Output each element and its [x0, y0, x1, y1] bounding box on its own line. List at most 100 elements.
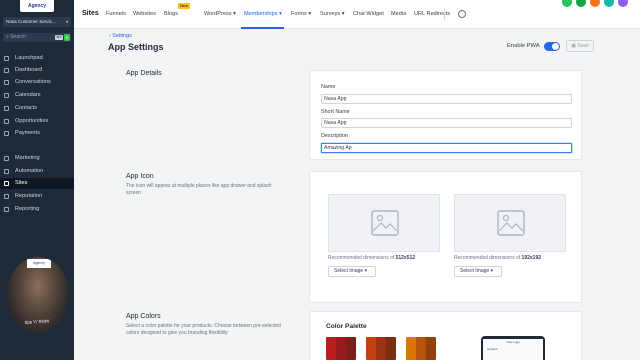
sidebar-item-opportunities[interactable]: Opportunities: [0, 116, 74, 127]
icon-512-placeholder[interactable]: [328, 194, 440, 252]
notifications-icon[interactable]: [590, 0, 600, 7]
phone-icon[interactable]: [562, 0, 572, 7]
sidebar-item-label: Automation: [15, 168, 44, 174]
funnel-icon: [4, 119, 9, 124]
color-swatch-red[interactable]: [326, 337, 356, 360]
tab-memberships[interactable]: Memberships ▾: [244, 11, 282, 17]
active-tab-indicator: [241, 27, 284, 29]
chevron-down-icon: ▾: [308, 11, 312, 17]
sidebar-item-launchpad[interactable]: Launchpad: [0, 53, 74, 64]
name-field[interactable]: [321, 94, 572, 104]
tab-media[interactable]: Media: [391, 11, 406, 17]
account-name: Nasa Customer Servic...: [6, 19, 56, 24]
app-details-card: Name Short Name Description: [309, 70, 582, 160]
color-swatch-orange[interactable]: [366, 337, 396, 360]
app-preview-title: Your Logo: [506, 340, 520, 344]
sidebar-item-label: Reputation: [15, 193, 43, 199]
rocket-icon: [4, 56, 9, 61]
icon-512-recommendation: Recommended dimensions of 512x512: [328, 255, 415, 261]
tab-surveys[interactable]: Surveys ▾: [320, 11, 345, 17]
avatar[interactable]: [618, 0, 628, 7]
account-switcher[interactable]: Nasa Customer Servic... ▾: [3, 17, 71, 27]
megaphone-icon[interactable]: [576, 0, 586, 7]
swatch-stripe: [376, 337, 386, 360]
swatch-stripe: [336, 337, 346, 360]
app-details-title: App Details: [126, 70, 162, 77]
description-label: Description: [321, 133, 348, 139]
rec-size: 512x512: [395, 255, 416, 261]
sidebar-item-label: Calendars: [15, 92, 41, 98]
dashboard-icon: [4, 68, 9, 73]
chevron-down-icon: ▾: [279, 11, 282, 17]
top-bar: Sites Funnels Websites Blogs New WordPre…: [74, 0, 640, 29]
rec-size: 192x192: [521, 255, 542, 261]
chevron-down-icon: ▾: [233, 11, 236, 17]
swatch-stripe: [366, 337, 376, 360]
app-colors-title: App Colors: [126, 313, 161, 320]
agency-logo[interactable]: Agency: [20, 0, 54, 12]
send-icon: [4, 156, 9, 161]
chevron-left-icon: ‹: [109, 33, 111, 39]
star-icon: [4, 194, 9, 199]
enable-pwa-toggle[interactable]: [544, 42, 560, 51]
sidebar-item-marketing[interactable]: Marketing: [0, 153, 74, 164]
chevron-down-icon: ▾: [490, 268, 494, 274]
search-placeholder: Search: [10, 34, 27, 40]
sidebar-item-label: Contacts: [15, 105, 38, 111]
sidebar-item-label: Opportunities: [15, 118, 49, 124]
gear-icon[interactable]: [458, 10, 466, 18]
automation-icon: [4, 169, 9, 174]
sidebar-item-dashboard[interactable]: Dashboard: [0, 65, 74, 76]
description-field[interactable]: [321, 143, 572, 153]
swatch-stripe: [426, 337, 436, 360]
tab-forms[interactable]: Forms ▾: [291, 11, 311, 17]
rec-prefix: Recommended dimensions of: [328, 255, 395, 261]
webcam-overlay: Agency tips 'n' tricks: [7, 257, 69, 333]
search-input[interactable]: ⌕ Search ⌘K ⚡: [3, 33, 71, 42]
swatch-stripe: [416, 337, 426, 360]
section-title: Sites: [82, 10, 99, 17]
tab-blogs[interactable]: Blogs: [164, 11, 178, 17]
sidebar-item-conversations[interactable]: Conversations: [0, 77, 74, 88]
sidebar-item-calendars[interactable]: Calendars: [0, 90, 74, 101]
tab-websites[interactable]: Websites: [133, 11, 156, 17]
tab-funnels[interactable]: Funnels: [106, 11, 126, 17]
swatch-stripe: [346, 337, 356, 360]
name-label: Name: [321, 84, 336, 90]
tab-chat-widget[interactable]: Chat Widget: [353, 11, 384, 17]
color-palette-title: Color Palette: [326, 323, 367, 330]
swatch-stripe: [386, 337, 396, 360]
help-icon[interactable]: [604, 0, 614, 7]
icon-192-recommendation: Recommended dimensions of 192x192: [454, 255, 541, 261]
tab-wordpress[interactable]: WordPress ▾: [204, 11, 236, 17]
sidebar-item-payments[interactable]: Payments: [0, 128, 74, 139]
sidebar-item-reporting[interactable]: Reporting: [0, 204, 74, 215]
rec-prefix: Recommended dimensions of: [454, 255, 521, 261]
icon-192-placeholder[interactable]: [454, 194, 566, 252]
sidebar-item-automation[interactable]: Automation: [0, 166, 74, 177]
image-icon: [371, 210, 399, 236]
calendar-icon: [4, 93, 9, 98]
sidebar-item-contacts[interactable]: Contacts: [0, 103, 74, 114]
save-button[interactable]: ▣ Save: [566, 40, 594, 52]
short-name-field[interactable]: [321, 118, 572, 128]
sidebar-item-sites[interactable]: Sites: [0, 178, 74, 189]
select-image-button[interactable]: Select Image ▾: [454, 266, 502, 277]
sidebar-item-label: Launchpad: [15, 55, 43, 61]
lightning-icon[interactable]: ⚡: [64, 34, 70, 41]
sidebar-item-label: Sites: [15, 180, 28, 186]
payments-icon: [4, 131, 9, 136]
select-image-label: Select Image: [460, 268, 490, 274]
back-to-settings-link[interactable]: ‹ Settings: [109, 33, 132, 39]
chart-icon: [4, 207, 9, 212]
chevron-down-icon: ▾: [364, 268, 368, 274]
back-label: Settings: [112, 33, 132, 39]
color-swatch-amber[interactable]: [406, 337, 436, 360]
divider: [444, 9, 445, 20]
save-icon: ▣: [571, 43, 576, 49]
new-badge: New: [178, 3, 191, 9]
select-image-button[interactable]: Select Image ▾: [328, 266, 376, 277]
sidebar-item-reputation[interactable]: Reputation: [0, 191, 74, 202]
sites-icon: [4, 181, 9, 186]
chat-icon: [4, 80, 9, 85]
